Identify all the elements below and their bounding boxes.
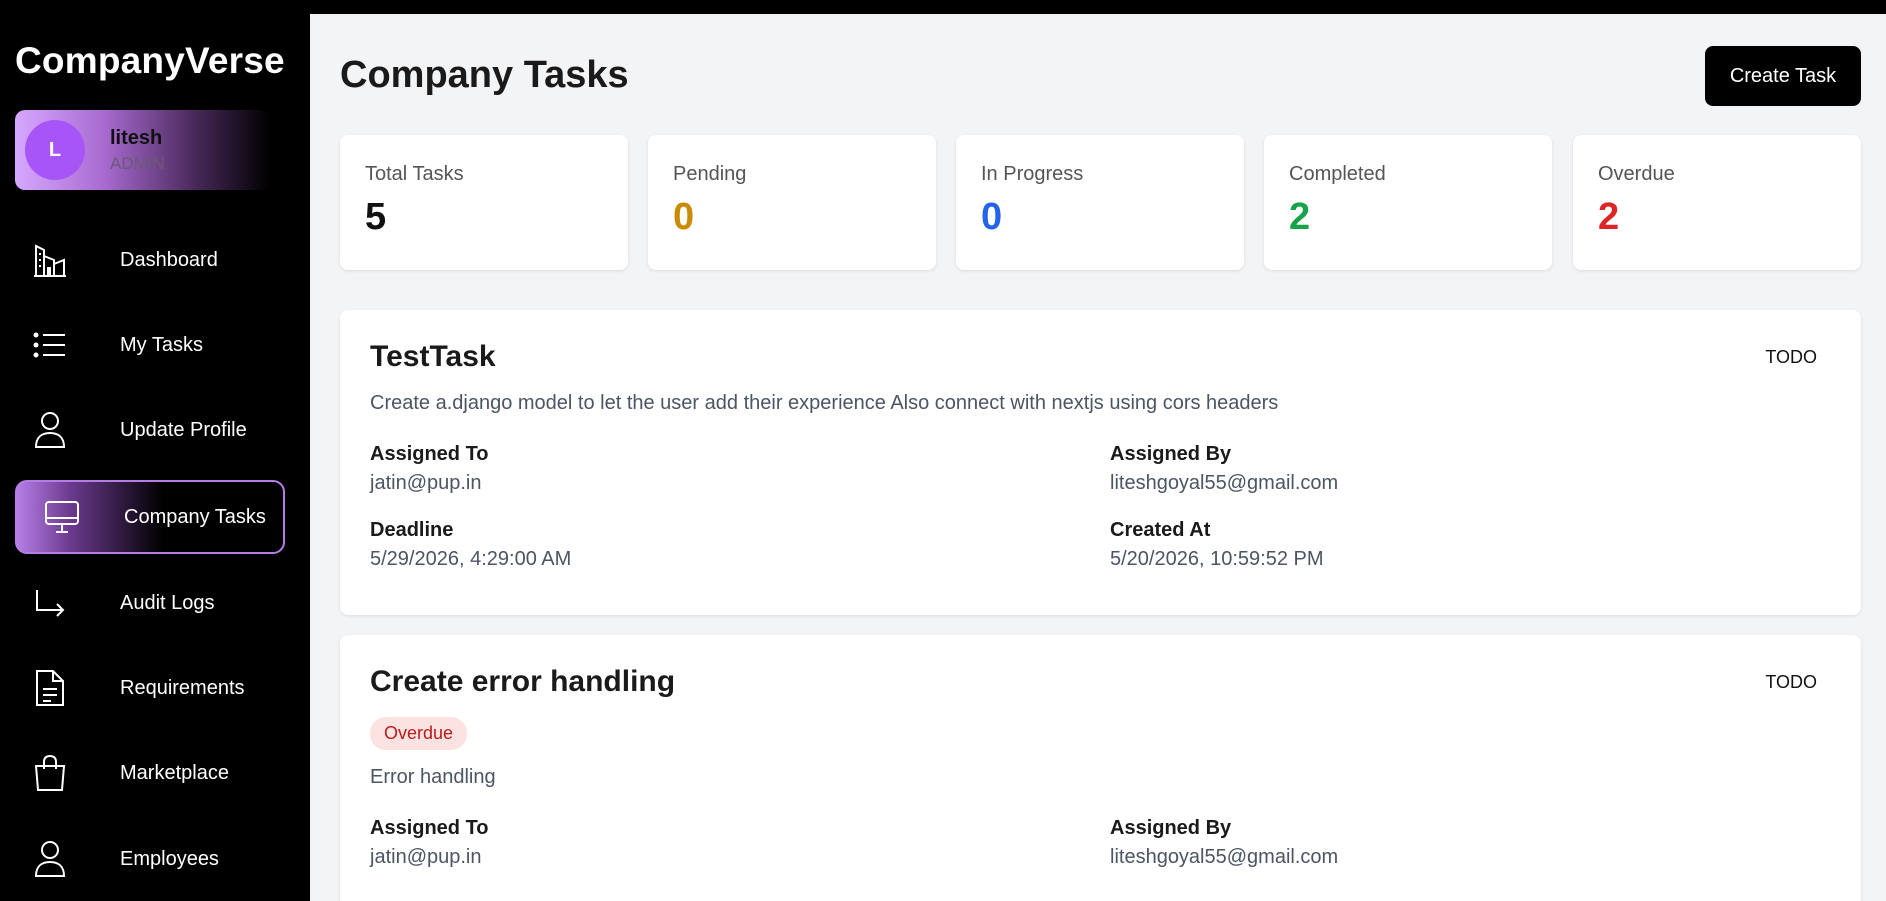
monitor-icon [42, 497, 82, 537]
app-window: CompanyVerse L litesh ADMIN Dashboard My… [0, 0, 1886, 901]
user-icon [30, 410, 70, 450]
stat-value: 0 [673, 196, 695, 238]
stat-card-total: Total Tasks 5 [340, 135, 628, 270]
sidebar-item-company-tasks[interactable]: Company Tasks [15, 480, 285, 554]
sidebar-item-label: Company Tasks [124, 505, 266, 528]
stat-value: 5 [365, 196, 387, 238]
stat-value: 2 [1598, 196, 1620, 238]
main-content: Company Tasks Create Task Total Tasks 5 … [310, 14, 1886, 901]
task-description: Error handling [370, 766, 496, 788]
avatar: L [25, 120, 85, 180]
corner-arrow-icon [30, 583, 70, 623]
sidebar-item-audit-logs[interactable]: Audit Logs [15, 566, 285, 640]
stat-label: Completed [1289, 163, 1386, 185]
stat-card-in-progress: In Progress 0 [956, 135, 1244, 270]
created-at-label: Created At [1110, 519, 1211, 541]
sidebar-item-label: My Tasks [120, 333, 203, 356]
task-status: TODO [1765, 347, 1817, 367]
page-title: Company Tasks [340, 54, 629, 96]
sidebar-item-label: Requirements [120, 676, 245, 699]
list-icon [30, 325, 70, 365]
shopping-bag-icon [30, 753, 70, 793]
user-card[interactable]: L litesh ADMIN [15, 110, 270, 190]
stat-card-pending: Pending 0 [648, 135, 936, 270]
sidebar-item-label: Dashboard [120, 248, 218, 271]
stat-label: Total Tasks [365, 163, 464, 185]
assigned-by-label: Assigned By [1110, 443, 1232, 465]
task-status: TODO [1765, 672, 1817, 692]
stat-card-overdue: Overdue 2 [1573, 135, 1861, 270]
stat-label: Pending [673, 163, 747, 185]
stat-value: 2 [1289, 196, 1311, 238]
deadline-label: Deadline [370, 519, 454, 541]
stat-label: Overdue [1598, 163, 1675, 185]
create-task-button[interactable]: Create Task [1705, 46, 1861, 106]
assigned-to-label: Assigned To [370, 817, 489, 839]
deadline-value: 5/29/2026, 4:29:00 AM [370, 548, 572, 570]
overdue-badge: Overdue [370, 717, 468, 750]
user-icon [30, 839, 70, 879]
assigned-to-value: jatin@pup.in [370, 472, 482, 494]
sidebar-item-marketplace[interactable]: Marketplace [15, 736, 285, 810]
sidebar-item-employees[interactable]: Employees [15, 822, 285, 896]
building-icon [30, 240, 70, 280]
sidebar-item-requirements[interactable]: Requirements [15, 651, 285, 725]
task-card[interactable]: TestTask TODO Create a.django model to l… [340, 310, 1861, 615]
sidebar-item-my-tasks[interactable]: My Tasks [15, 308, 285, 382]
task-title: Create error handling [370, 665, 676, 698]
sidebar-item-label: Audit Logs [120, 591, 215, 614]
user-name: litesh [110, 126, 163, 149]
assigned-to-label: Assigned To [370, 443, 489, 465]
sidebar-item-dashboard[interactable]: Dashboard [15, 223, 285, 297]
document-icon [30, 668, 70, 708]
assigned-by-value: liteshgoyal55@gmail.com [1110, 472, 1339, 494]
sidebar-item-update-profile[interactable]: Update Profile [15, 393, 285, 467]
sidebar-item-label: Employees [120, 847, 219, 870]
created-at-value: 5/20/2026, 10:59:52 PM [1110, 548, 1324, 570]
sidebar: CompanyVerse L litesh ADMIN Dashboard My… [0, 0, 310, 901]
stat-value: 0 [981, 196, 1003, 238]
assigned-by-value: liteshgoyal55@gmail.com [1110, 846, 1339, 868]
assigned-by-label: Assigned By [1110, 817, 1232, 839]
sidebar-item-label: Marketplace [120, 761, 229, 784]
task-title: TestTask [370, 340, 496, 373]
brand-logo[interactable]: CompanyVerse [15, 40, 285, 82]
stat-label: In Progress [981, 163, 1084, 185]
task-description: Create a.django model to let the user ad… [370, 392, 1279, 414]
sidebar-item-label: Update Profile [120, 418, 247, 441]
user-role: ADMIN [110, 153, 165, 173]
assigned-to-value: jatin@pup.in [370, 846, 482, 868]
stat-card-completed: Completed 2 [1264, 135, 1552, 270]
task-card[interactable]: Create error handling TODO Overdue Error… [340, 635, 1861, 901]
